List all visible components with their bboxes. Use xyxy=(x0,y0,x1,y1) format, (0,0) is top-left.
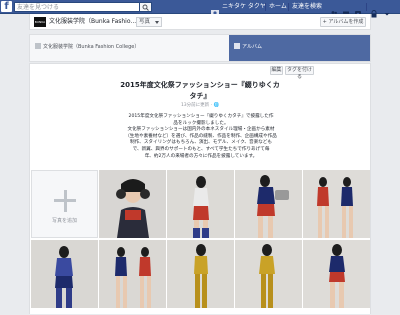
photos-tab-strip: 文化服装学院（Bunka Fashion College） アルバム xyxy=(29,34,371,62)
photo-thumbnail[interactable] xyxy=(99,170,166,238)
photo-thumbnail[interactable] xyxy=(167,240,234,308)
photo-grid: 写真を追加 xyxy=(31,170,371,315)
album-title-line: 2015年度文化祭ファッションショー『綴りゆくカ xyxy=(120,81,280,89)
page-avatar[interactable]: BUNKA xyxy=(34,17,46,27)
notifications-icon[interactable] xyxy=(354,3,362,17)
album-updated-time: 13分前に更新 · 🌐 xyxy=(180,103,220,108)
tab-label: アルバム xyxy=(242,44,262,50)
page-owner-bar: BUNKA 文化服装学院（Bunka Fashio... 写真 + アルバムを作… xyxy=(29,14,371,30)
page-name-link[interactable]: 文化服装学院（Bunka Fashio... xyxy=(49,18,136,26)
photo-thumbnail[interactable] xyxy=(235,240,302,308)
search-button[interactable] xyxy=(140,2,152,12)
profile-link[interactable]: ニキタケ タクヤ xyxy=(222,3,266,11)
create-album-button[interactable]: + アルバムを作成 xyxy=(320,17,366,27)
find-friends-link[interactable]: 友達を検索 xyxy=(292,3,322,11)
nav-divider xyxy=(265,3,266,11)
photo-thumbnail[interactable] xyxy=(235,170,302,238)
home-link[interactable]: ホーム xyxy=(269,3,287,11)
page-icon xyxy=(35,43,41,49)
tab-photos[interactable] xyxy=(144,35,229,61)
photos-section-select[interactable]: 写真 xyxy=(136,17,162,27)
description-line: 年、約2万人の来場者の方々に作品を披露しています。 xyxy=(144,153,258,159)
description-line: 制作、スタイリングはもちろん、演出、モデル、メイク、音楽なども xyxy=(130,140,272,146)
account-menu-icon[interactable] xyxy=(383,3,391,16)
album-icon xyxy=(234,43,240,49)
description-line: 文化祭ファッションショーは国内外の本ネスタイル理場・企画から素材 xyxy=(127,127,275,133)
edit-album-button[interactable]: 編集 xyxy=(270,66,283,75)
friend-requests-icon[interactable] xyxy=(330,3,338,18)
tag-button[interactable]: タグを付ける xyxy=(285,66,314,80)
album-title-line: タチ』 xyxy=(189,92,211,100)
photo-thumbnail[interactable] xyxy=(303,240,370,308)
search-icon xyxy=(142,4,149,11)
description-line: で、新翼、興界のサポートのもと、すべて学生たちで作りあげて毎 xyxy=(132,146,270,152)
photo-thumbnail[interactable] xyxy=(99,240,166,308)
nav-divider xyxy=(288,3,289,11)
album-description: 2015年度文化祭ファッションショー『綴りゆくカタチ』で披露した作 品をルック撮… xyxy=(108,114,294,160)
search-input[interactable]: 友達を見つける xyxy=(14,2,140,12)
top-navigation-bar: f 友達を見つける ニキタケ タクヤ ホーム 友達を検索 xyxy=(0,0,400,18)
facebook-logo-icon[interactable]: f xyxy=(1,1,12,12)
select-value: 写真 xyxy=(139,19,151,25)
photo-thumbnail[interactable] xyxy=(167,170,234,238)
album-card: 編集 タグを付ける 2015年度文化祭ファッションショー『綴りゆくカ タチ』 1… xyxy=(29,63,371,314)
photo-thumbnail[interactable] xyxy=(303,170,370,238)
album-title: 2015年度文化祭ファッションショー『綴りゆくカ タチ』 xyxy=(100,80,300,102)
messages-icon[interactable] xyxy=(342,3,350,17)
tab-page[interactable]: 文化服装学院（Bunka Fashion College） xyxy=(30,35,144,61)
description-line: 2015年度文化祭ファッションショー『綴りゆくカタチ』で披露した作 xyxy=(128,114,274,119)
photo-thumbnail[interactable] xyxy=(31,240,98,308)
nav-divider xyxy=(366,3,367,11)
tab-albums[interactable]: アルバム xyxy=(229,35,370,61)
tab-label: 文化服装学院（Bunka Fashion College） xyxy=(43,44,140,50)
add-photo-label: 写真を追加 xyxy=(51,218,77,224)
chevron-down-icon xyxy=(155,21,159,24)
profile-avatar-icon[interactable] xyxy=(211,3,219,18)
add-photo-tile[interactable]: 写真を追加 xyxy=(31,170,98,238)
plus-icon-stroke xyxy=(63,189,67,212)
privacy-shortcuts-icon[interactable] xyxy=(370,3,378,18)
